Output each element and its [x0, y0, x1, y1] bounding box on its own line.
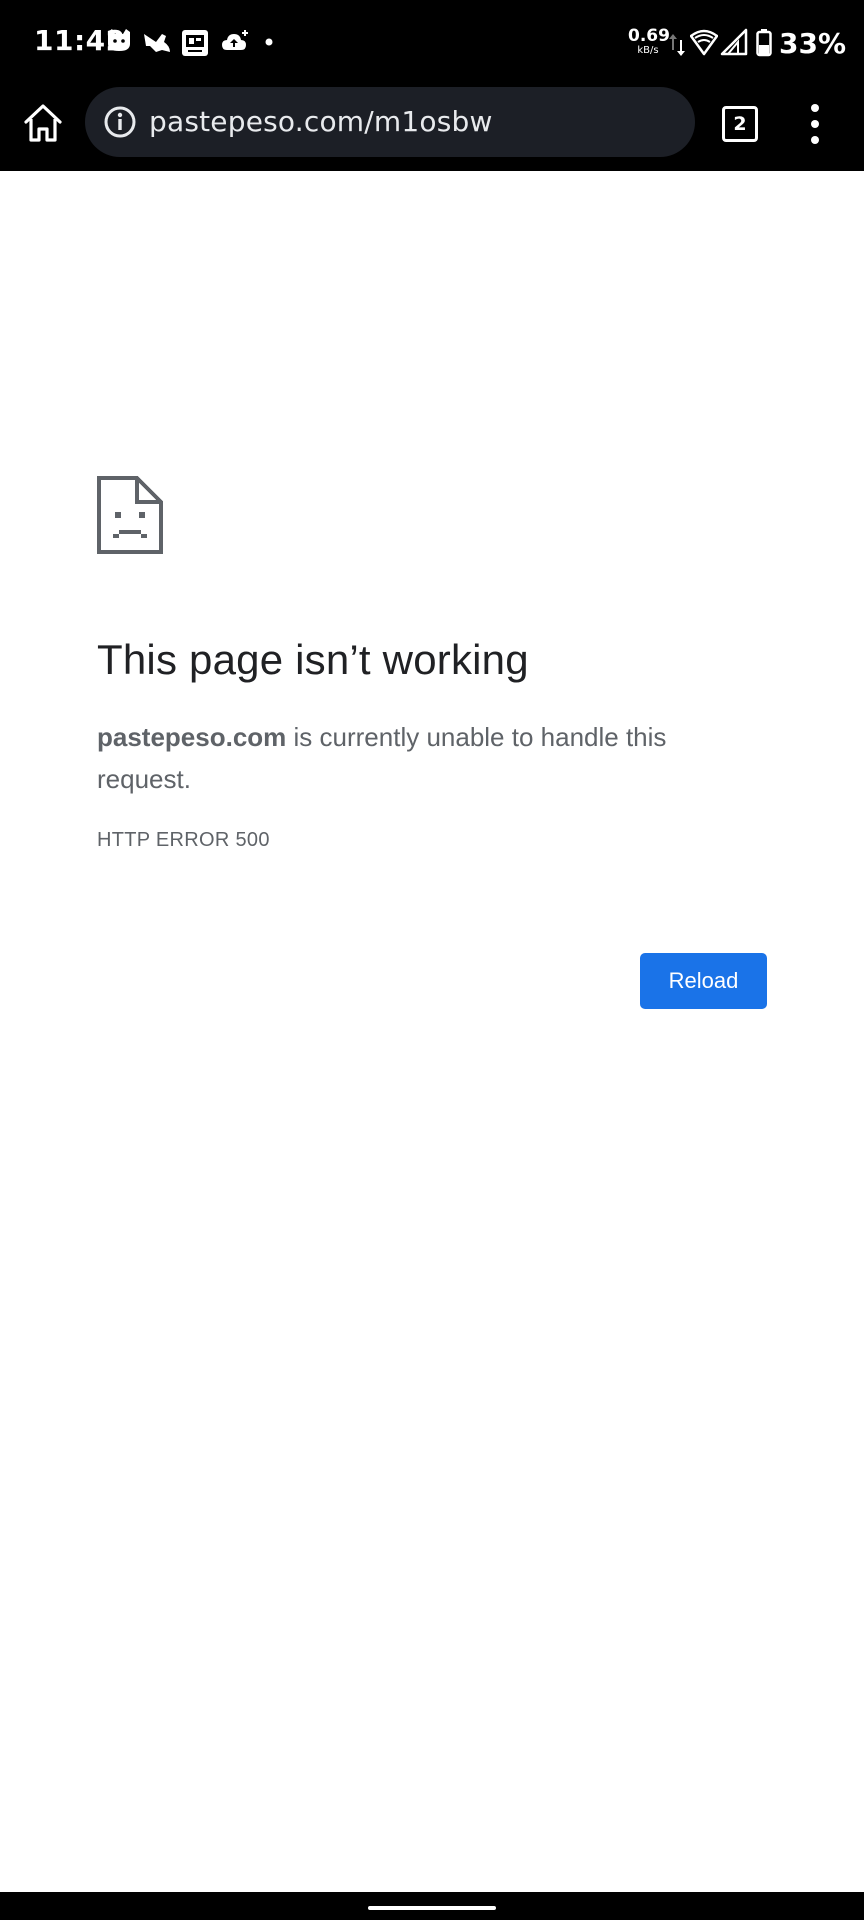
reload-button[interactable]: Reload [640, 953, 767, 1009]
battery-percentage: 33% [779, 27, 847, 60]
cell-signal-icon [720, 28, 748, 56]
error-code: HTTP ERROR 500 [97, 829, 270, 851]
screen-cast-icon [182, 30, 208, 56]
network-speed-unit: kB/s [637, 45, 659, 56]
screen: 11:42 0.69 kB/s 33% pastepeso.com/m1osbw… [0, 0, 864, 1920]
bird-app-icon [144, 34, 170, 52]
browser-toolbar: pastepeso.com/m1osbw 2 [0, 86, 864, 171]
battery-icon [756, 29, 772, 57]
status-bar: 11:42 0.69 kB/s 33% [0, 0, 864, 86]
error-host: pastepeso.com [97, 722, 287, 752]
network-speed-value: 0.69 [628, 26, 670, 46]
network-speed: 0.69 kB/s [628, 26, 670, 56]
error-message: pastepeso.com is currently unable to han… [97, 716, 717, 800]
tab-switcher-button[interactable]: 2 [722, 106, 758, 142]
site-info-icon[interactable] [103, 105, 137, 139]
wifi-icon [690, 29, 718, 56]
navigation-bar [0, 1892, 864, 1920]
home-icon[interactable] [20, 100, 66, 146]
cloud-upload-icon [222, 30, 248, 50]
error-title: This page isn’t working [97, 636, 529, 683]
url-text[interactable]: pastepeso.com/m1osbw [149, 105, 493, 138]
more-notifications-dot-icon [265, 38, 273, 46]
home-gesture-handle[interactable] [368, 1906, 496, 1910]
more-menu-icon[interactable] [800, 102, 830, 146]
data-transfer-arrows-icon [669, 34, 685, 56]
cat-app-icon [108, 29, 130, 51]
sad-page-icon [97, 476, 163, 554]
address-bar[interactable]: pastepeso.com/m1osbw [85, 87, 695, 157]
